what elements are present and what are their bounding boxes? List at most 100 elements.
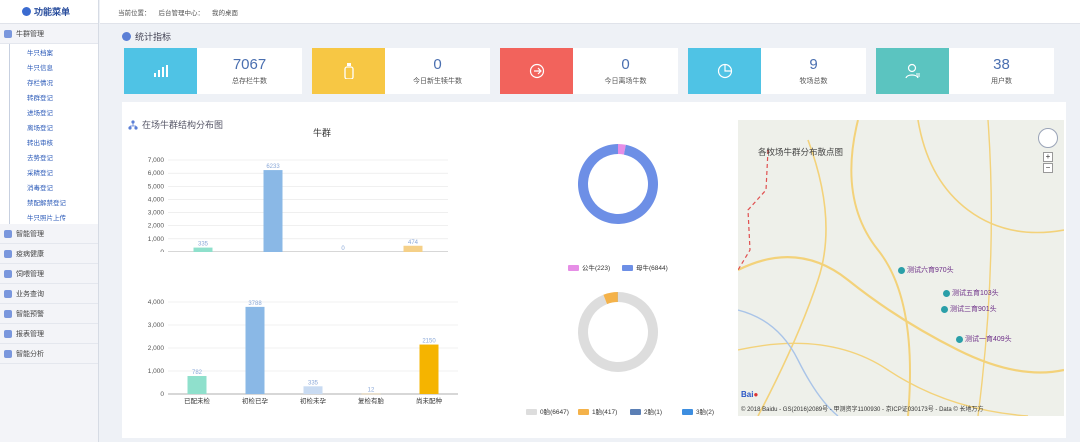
analysis-icon: [4, 349, 12, 358]
sidebar: 功能菜单 牛群管理 牛只档案 牛只信息 存栏情况 转群登记 进场登记 离场登记 …: [0, 0, 99, 442]
breadcrumb-prefix: 当前位置：: [118, 9, 151, 17]
sidebar-item[interactable]: 禁配解禁登记: [9, 194, 98, 209]
baidu-logo: Bai●: [741, 390, 759, 399]
zoom-in-button[interactable]: +: [1043, 152, 1053, 162]
stat-value: 7067: [232, 56, 267, 73]
bottle-icon: [312, 48, 385, 94]
bar: [245, 306, 265, 394]
bar-value-label: 335: [308, 380, 319, 386]
y-tick-label: 0: [160, 391, 164, 398]
stat-label: 用户数: [991, 78, 1012, 85]
sidebar-header: 功能菜单: [0, 0, 98, 24]
map-pin-icon: [943, 289, 950, 297]
sidebar-item[interactable]: 转出审核: [9, 134, 98, 149]
herd-icon: [4, 29, 12, 38]
y-tick-label: 5,000: [148, 183, 165, 190]
pan-icon[interactable]: [1038, 128, 1058, 148]
gender-donut-chart: 公牛(223) 母牛(6844): [568, 144, 668, 272]
sidebar-item[interactable]: 消毒登记: [9, 179, 98, 194]
main-content: 统计指标 7067 总存栏牛数 0 今日新生犊牛数 0 今日离场牛数 9 牧场总数 38…: [100, 24, 1080, 442]
zoom-control[interactable]: + −: [1038, 128, 1060, 178]
legend-swatch: [526, 409, 537, 415]
map-marker-label: 测试六育970头: [907, 267, 954, 274]
map-marker[interactable]: 测试三育901头: [941, 304, 997, 314]
sidebar-section[interactable]: 报表管理: [0, 324, 98, 344]
stat-value: 0: [433, 56, 442, 73]
sidebar-item[interactable]: 采精登记: [9, 164, 98, 179]
sidebar-item[interactable]: 进场登记: [9, 104, 98, 119]
legend-swatch: [630, 409, 641, 415]
x-tick-label: 已配未检: [184, 396, 211, 405]
sidebar-section[interactable]: 智能预警: [0, 304, 98, 324]
breadcrumb-center[interactable]: 后台管理中心：: [159, 7, 205, 17]
map-marker-label: 测试五育103头: [952, 290, 999, 297]
bar: [193, 247, 213, 252]
pie-slice: [578, 144, 658, 224]
y-tick-label: 0: [160, 249, 164, 252]
herd-structure-panel: 在场牛群结构分布图 牛群01,0002,0003,0004,0005,0006,…: [122, 102, 1066, 438]
bar: [419, 344, 439, 394]
sidebar-item[interactable]: 牛只信息: [9, 59, 98, 74]
sidebar-item[interactable]: 牛只照片上传: [9, 209, 98, 224]
bar-value-label: 474: [408, 240, 419, 246]
y-tick-label: 4,000: [148, 196, 165, 203]
feed-icon: [4, 269, 12, 278]
sidebar-section[interactable]: 智能管理: [0, 224, 98, 244]
sidebar-section[interactable]: 智能分析: [0, 344, 98, 364]
y-tick-label: 1,000: [148, 236, 165, 243]
sidebar-item[interactable]: 去势登记: [9, 149, 98, 164]
map-marker[interactable]: 测试五育103头: [943, 288, 999, 298]
pie-slice: [578, 292, 658, 372]
sidebar-section-herd[interactable]: 牛群管理: [0, 24, 98, 44]
legend-label: 公牛(223): [582, 263, 610, 272]
stat-card-users[interactable]: 38 用户数: [876, 48, 1054, 94]
stat-card-newborn[interactable]: 0 今日新生犊牛数: [312, 48, 490, 94]
stats-header: 统计指标: [122, 30, 171, 43]
y-tick-label: 2,000: [148, 223, 165, 230]
sidebar-item[interactable]: 存栏情况: [9, 74, 98, 89]
bar: [303, 386, 323, 394]
map-marker-label: 测试一育409头: [965, 336, 1012, 343]
y-tick-label: 2,000: [148, 345, 165, 352]
map-marker-label: 测试三育901头: [950, 306, 997, 313]
bar: [361, 393, 381, 395]
sidebar-section[interactable]: 饲喂管理: [0, 264, 98, 284]
x-tick-label: 初检未孕: [300, 396, 327, 405]
map-marker[interactable]: 测试六育970头: [898, 265, 954, 275]
legend-label: 3胎(2): [696, 407, 714, 416]
stat-card-ranches[interactable]: 9 牧场总数: [688, 48, 866, 94]
y-tick-label: 3,000: [148, 210, 165, 217]
legend-label: 2胎(1): [644, 407, 662, 416]
zoom-out-button[interactable]: −: [1043, 163, 1053, 173]
sidebar-section-label: 牛群管理: [16, 30, 44, 38]
legend-swatch: [622, 265, 633, 271]
sidebar-section-label: 智能管理: [16, 230, 44, 238]
bar-chart-icon: [124, 48, 197, 94]
search-icon: [4, 289, 12, 298]
stat-card-total[interactable]: 7067 总存栏牛数: [124, 48, 302, 94]
x-tick-label: 尚未配种: [416, 396, 443, 405]
bar-value-label: 12: [368, 388, 375, 394]
stat-card-departed[interactable]: 0 今日离场牛数: [500, 48, 678, 94]
sidebar-item[interactable]: 离场登记: [9, 119, 98, 134]
bar-value-label: 0: [341, 246, 345, 252]
menu-logo-icon: [22, 7, 31, 16]
bar-value-label: 335: [198, 242, 209, 248]
sidebar-item[interactable]: 转群登记: [9, 89, 98, 104]
sidebar-section[interactable]: 业务查询: [0, 284, 98, 304]
map-marker[interactable]: 测试一育409头: [956, 334, 1012, 344]
bar: [403, 245, 423, 252]
bar: [187, 376, 207, 394]
sidebar-title: 功能菜单: [34, 7, 71, 17]
heart-icon: [4, 249, 12, 258]
bar-value-label: 6233: [266, 164, 280, 170]
map-pin-icon: [898, 266, 905, 274]
distribution-map[interactable]: 各牧场牛群分布散点图 + − 测试六育970头 测试五育103头 测试三育901…: [738, 120, 1064, 416]
bar-value-label: 2150: [422, 339, 436, 345]
legend-label: 母牛(6844): [636, 263, 668, 272]
sidebar-item[interactable]: 牛只档案: [9, 44, 98, 59]
legend-swatch: [682, 409, 693, 415]
bar-value-label: 782: [192, 370, 203, 376]
exit-icon: [500, 48, 573, 94]
sidebar-section[interactable]: 疫病健康: [0, 244, 98, 264]
